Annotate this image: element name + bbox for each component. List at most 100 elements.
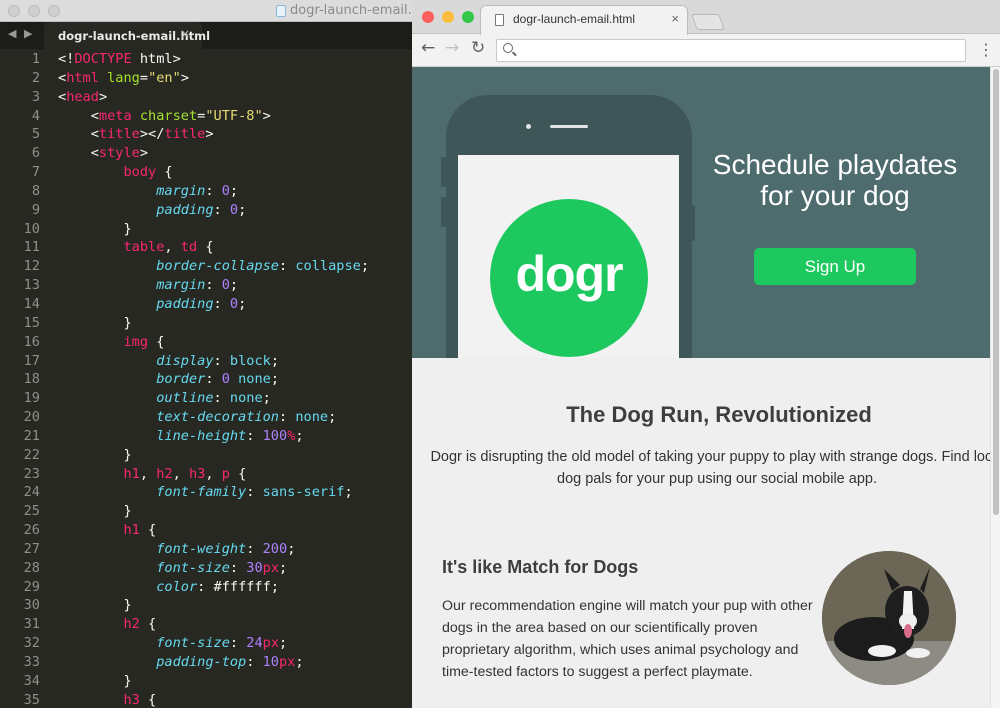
code-text: <head> (58, 88, 107, 107)
code-line[interactable]: 34 } (0, 672, 412, 691)
code-line[interactable]: 8 margin: 0; (0, 182, 412, 201)
address-bar[interactable] (496, 39, 966, 62)
code-text: <!DOCTYPE html> (58, 50, 181, 69)
search-icon (503, 43, 513, 53)
code-token: ; (287, 540, 296, 557)
code-token: 200 (262, 540, 288, 557)
code-line[interactable]: 24 font-family: sans-serif; (0, 483, 412, 502)
dogr-logo-text: dogr (515, 246, 623, 302)
code-text: border: 0 none; (58, 370, 279, 389)
dog-illustration (822, 551, 956, 685)
code-token: { (139, 522, 157, 539)
code-line[interactable]: 2 <html lang="en"> (0, 69, 412, 88)
forward-arrow-icon[interactable]: → (445, 38, 459, 58)
code-line[interactable]: 25 } (0, 502, 412, 521)
scrollbar-thumb[interactable] (993, 69, 999, 515)
editor-zoom-button[interactable] (48, 5, 60, 17)
code-text: font-size: 30px; (58, 559, 287, 578)
code-area[interactable]: 1 <!DOCTYPE html> 2 <html lang="en"> 3 <head>… (0, 50, 412, 708)
code-line[interactable]: 11 table, td { (0, 238, 412, 257)
line-number: 11 (23, 239, 40, 256)
code-line[interactable]: 10 } (0, 220, 412, 239)
code-text: font-size: 24px; (58, 634, 287, 653)
editor-close-button[interactable] (8, 5, 20, 17)
code-line[interactable]: 15 } (0, 314, 412, 333)
code-line[interactable]: 28 font-size: 30px; (0, 559, 412, 578)
code-text: } (58, 220, 131, 239)
feature-body: Our recommendation engine will match you… (442, 598, 813, 680)
code-line[interactable]: 26 h1 { (0, 521, 412, 540)
code-line[interactable]: 35 h3 { (0, 691, 412, 708)
editor-tab-close-icon[interactable]: × (180, 27, 190, 41)
code-line[interactable]: 9 padding: 0; (0, 201, 412, 220)
browser-tab-active[interactable]: dogr-launch-email.html × (480, 5, 688, 35)
code-line[interactable]: 7 body { (0, 163, 412, 182)
page-scrollbar[interactable] (990, 67, 1000, 708)
editor-tab-active[interactable]: dogr-launch-email.html × (44, 22, 210, 49)
intro-section: The Dog Run, Revolutionized Dogr is disr… (412, 358, 1000, 538)
tab-nav-arrows-icon[interactable]: ◀ ▶ (8, 27, 34, 40)
code-token: display (156, 352, 214, 369)
back-arrow-icon[interactable]: ← (421, 38, 435, 58)
code-text: <style> (58, 144, 148, 163)
code-line[interactable]: 16 img { (0, 333, 412, 352)
code-line[interactable]: 33 padding-top: 10px; (0, 653, 412, 672)
code-line[interactable]: 20 text-decoration: none; (0, 408, 412, 427)
hero-section: dogr Schedule playdates for your dog Sig… (412, 67, 990, 358)
line-number: 15 (23, 314, 40, 331)
hero-headline: Schedule playdates for your dog (712, 149, 958, 211)
code-token: none (295, 409, 329, 426)
code-line[interactable]: 5 <title></title> (0, 125, 412, 144)
code-line[interactable]: 31 h2 { (0, 615, 412, 634)
browser-minimize-button[interactable] (442, 11, 454, 23)
code-token: font-size (156, 559, 230, 576)
browser-zoom-button[interactable] (462, 11, 474, 23)
editor-minimize-button[interactable] (28, 5, 40, 17)
code-line[interactable]: 14 padding: 0; (0, 295, 412, 314)
code-line[interactable]: 21 line-height: 100%; (0, 427, 412, 446)
code-line[interactable]: 4 <meta charset="UTF-8"> (0, 107, 412, 126)
code-line[interactable]: 17 display: block; (0, 352, 412, 371)
new-tab-button[interactable] (691, 14, 725, 30)
line-number: 13 (23, 277, 40, 294)
browser-tab-close-icon[interactable]: × (671, 11, 679, 26)
code-token: border-collapse (156, 258, 279, 275)
code-line[interactable]: 6 <style> (0, 144, 412, 163)
code-line[interactable]: 29 color: #ffffff; (0, 578, 412, 597)
code-token: border (156, 371, 206, 388)
code-text: outline: none; (58, 389, 271, 408)
code-token: 0 (229, 295, 239, 312)
code-line[interactable]: 32 font-size: 24px; (0, 634, 412, 653)
code-token: < (58, 107, 99, 124)
code-line[interactable]: 19 outline: none; (0, 389, 412, 408)
menu-dots-icon[interactable]: ⋮ (978, 40, 994, 59)
code-line[interactable]: 22 } (0, 446, 412, 465)
page-viewport[interactable]: dogr Schedule playdates for your dog Sig… (412, 67, 1000, 708)
code-token: margin (156, 182, 206, 199)
code-line[interactable]: 13 margin: 0; (0, 276, 412, 295)
code-text: h2 { (58, 615, 156, 634)
code-line[interactable]: 12 border-collapse: collapse; (0, 257, 412, 276)
line-number: 8 (31, 182, 40, 199)
code-token: td (180, 239, 198, 256)
code-token: { (139, 691, 157, 708)
code-token: : (246, 427, 263, 444)
line-number: 34 (23, 672, 40, 689)
browser-close-button[interactable] (422, 11, 434, 23)
code-line[interactable]: 27 font-weight: 200; (0, 540, 412, 559)
code-text: } (58, 502, 131, 521)
line-number: 19 (23, 390, 40, 407)
code-line[interactable]: 18 border: 0 none; (0, 370, 412, 389)
line-number: 2 (31, 69, 40, 86)
code-line[interactable]: 3 <head> (0, 88, 412, 107)
line-number: 5 (31, 126, 40, 143)
code-line[interactable]: 30 } (0, 596, 412, 615)
code-text: h1, h2, h3, p { (58, 465, 246, 484)
sign-up-button[interactable]: Sign Up (754, 248, 916, 285)
feature-title: It's like Match for Dogs (442, 557, 639, 577)
reload-icon[interactable]: ↻ (471, 38, 485, 58)
editor-titlebar: dogr-launch-email.html (0, 0, 412, 22)
code-line[interactable]: 1 <!DOCTYPE html> (0, 50, 412, 69)
code-line[interactable]: 23 h1, h2, h3, p { (0, 465, 412, 484)
code-token: { (148, 333, 165, 350)
